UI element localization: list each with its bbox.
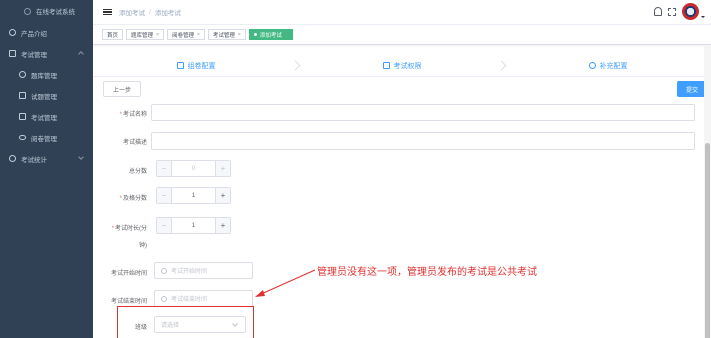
end-time-placeholder: 考试结束时间 [171, 297, 208, 303]
sidebar-item-exams[interactable]: 考试管理 [0, 106, 93, 127]
close-icon[interactable]: × [156, 32, 159, 38]
breadcrumb-current: 添加考试 [154, 10, 181, 17]
total-score-stepper: − 0 + [156, 160, 231, 177]
sidebar-logo-text: 在线考试系统 [36, 9, 75, 16]
increment-button: + [215, 161, 230, 176]
sidebar-item-marking[interactable]: 阅卷管理 [0, 127, 93, 148]
breadcrumb-separator: / [149, 8, 151, 16]
tag-question-bank[interactable]: 题库管理 × [126, 29, 164, 40]
step-permission[interactable]: 考试权限 [299, 55, 507, 76]
sidebar-item-label: 考试统计 [21, 156, 47, 164]
total-score-value: 0 [191, 165, 196, 172]
chevron-up-icon [78, 51, 84, 57]
duration-label: *考试时长(分 [111, 226, 147, 232]
annotation-box [117, 306, 254, 338]
tags-view: 首页 题库管理 × 阅卷管理 × 考试管理 × 添加考试 × [93, 25, 711, 45]
decrement-button[interactable]: − [157, 218, 172, 233]
end-time-input[interactable]: 考试结束时间 [154, 290, 253, 307]
step-supplement[interactable]: 补充配置 [505, 55, 711, 76]
hamburger-icon[interactable] [103, 8, 112, 16]
clock-icon [161, 267, 167, 274]
document-icon [19, 113, 26, 120]
duration-value[interactable]: 1 [172, 218, 215, 233]
annotation-text: 管理员没有这一项，管理员发布的考试是公共考试 [317, 267, 537, 278]
submit-button[interactable]: 提交 [677, 81, 707, 97]
prev-step-button[interactable]: 上一步 [103, 81, 141, 97]
pass-score-stepper[interactable]: − 1 + [156, 187, 231, 204]
tag-label: 添加考试 [259, 32, 282, 39]
exam-name-label: *考试名称 [119, 112, 147, 118]
tag-label: 阅卷管理 [171, 32, 194, 39]
increment-button[interactable]: + [215, 218, 230, 233]
tag-add-exam[interactable]: 添加考试 × [248, 29, 293, 40]
annotation-arrow-icon [255, 269, 316, 297]
duration-label-cont: 钟) [139, 243, 147, 249]
sidebar-item-label: 试题管理 [31, 93, 57, 101]
start-time-placeholder: 考试开始时间 [171, 269, 208, 275]
caret-down-icon[interactable] [701, 15, 705, 18]
sidebar-item-label: 阅卷管理 [31, 135, 57, 143]
end-time-label: 考试结束时间 [110, 299, 147, 305]
chart-icon [9, 155, 16, 162]
pass-score-value[interactable]: 1 [172, 188, 215, 203]
duration-stepper[interactable]: − 1 + [156, 217, 231, 234]
eye-icon [19, 135, 26, 140]
sidebar-item-product[interactable]: 产品介绍 [0, 22, 93, 43]
active-dot-icon [253, 33, 257, 36]
fullscreen-icon[interactable] [668, 7, 676, 16]
exam-desc-label: 考试描述 [122, 140, 147, 146]
increment-button[interactable]: + [215, 188, 230, 203]
sidebar-item-exam-manage[interactable]: 考试管理 [0, 43, 93, 64]
scrollbar[interactable] [704, 45, 711, 338]
tag-marking[interactable]: 阅卷管理 × [166, 29, 205, 40]
sidebar-item-statistics[interactable]: 考试统计 [0, 148, 93, 169]
exam-name-input[interactable] [151, 104, 695, 121]
step-compose[interactable]: 组卷配置 [93, 55, 301, 76]
pass-score-label: *及格分数 [119, 196, 147, 202]
start-time-input[interactable]: 考试开始时间 [154, 262, 253, 279]
start-time-label: 考试开始时间 [110, 271, 147, 277]
gear-icon [588, 62, 596, 69]
tag-label: 考试管理 [212, 32, 235, 39]
sidebar-logo[interactable]: 在线考试系统 [0, 0, 93, 22]
navbar: 添加考试 / 添加考试 [93, 0, 711, 25]
settings-icon [9, 50, 16, 57]
steps: 组卷配置 考试权限 补充配置 [93, 55, 711, 77]
sidebar-item-question-bank[interactable]: 题库管理 [0, 64, 93, 85]
logo-icon [24, 7, 31, 15]
tag-home[interactable]: 首页 [102, 29, 124, 40]
tag-label: 题库管理 [131, 32, 154, 39]
total-score-label: 总分数 [128, 169, 147, 175]
breadcrumb-item[interactable]: 添加考试 [119, 7, 145, 17]
sidebar-item-label: 考试管理 [31, 114, 57, 122]
close-icon[interactable]: × [197, 32, 200, 38]
edit-icon [19, 92, 26, 99]
sidebar-item-questions[interactable]: 试题管理 [0, 85, 93, 106]
scroll-thumb[interactable] [705, 143, 710, 338]
tag-label: 首页 [107, 32, 119, 39]
bank-icon [19, 71, 26, 78]
tag-exam[interactable]: 考试管理 × [207, 29, 246, 40]
edit-icon [176, 62, 184, 69]
sidebar-item-label: 考试管理 [21, 51, 47, 59]
chevron-down-icon [78, 154, 84, 160]
avatar[interactable] [682, 3, 699, 20]
sidebar-item-label: 产品介绍 [21, 30, 47, 38]
lock-icon [382, 62, 390, 69]
clock-icon [161, 295, 167, 302]
close-icon[interactable]: × [285, 32, 288, 38]
step-label: 组卷配置 [187, 62, 216, 70]
sidebar-item-label: 题库管理 [31, 72, 57, 80]
bell-icon[interactable] [654, 7, 662, 16]
decrement-button: − [157, 161, 172, 176]
exam-desc-input[interactable] [151, 132, 695, 150]
navbar-right [654, 3, 705, 20]
sidebar: 在线考试系统 产品介绍 考试管理 题库管理 试题管理 考试管理 阅卷管理 考试统… [0, 0, 93, 338]
info-icon [9, 29, 16, 36]
main-area: 添加考试 / 添加考试 首页 题库管理 × 阅卷管理 × 考试管理 × 添加考试 × 组… [93, 0, 711, 338]
close-icon[interactable]: × [238, 32, 241, 38]
decrement-button[interactable]: − [157, 188, 172, 203]
step-label: 补充配置 [599, 62, 628, 70]
step-label: 考试权限 [393, 62, 422, 70]
